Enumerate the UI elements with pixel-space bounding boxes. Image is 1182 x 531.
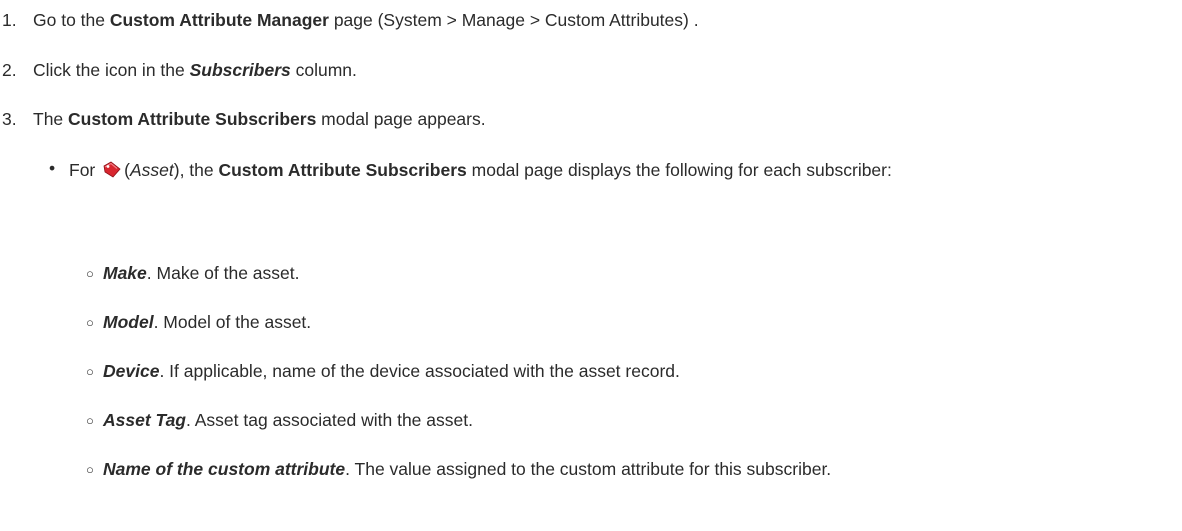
bullet-text-mid: , the bbox=[179, 160, 219, 180]
field-term: Name of the custom attribute bbox=[103, 459, 346, 479]
sub-item-text: Device. If applicable, name of the devic… bbox=[103, 361, 680, 382]
custom-attribute-subscribers-label: Custom Attribute Subscribers bbox=[68, 109, 317, 129]
field-term: Asset Tag bbox=[103, 410, 186, 430]
step-1: 1. Go to the Custom Attribute Manager pa… bbox=[0, 10, 699, 31]
field-description: . Make of the asset. bbox=[146, 263, 300, 283]
field-description: . The value assigned to the custom attri… bbox=[345, 459, 832, 479]
subscribers-column-label: Subscribers bbox=[189, 60, 291, 80]
field-description: . Model of the asset. bbox=[153, 312, 312, 332]
field-term: Device bbox=[103, 361, 160, 381]
custom-attribute-subscribers-label: Custom Attribute Subscribers bbox=[218, 160, 467, 180]
bullet-text: For (Asset), the Custom Attribute Subscr… bbox=[69, 160, 892, 180]
bullet-text-post: modal page displays the following for ea… bbox=[466, 160, 892, 180]
field-description: . Asset tag associated with the asset. bbox=[186, 410, 473, 430]
field-description: . If applicable, name of the device asso… bbox=[159, 361, 680, 381]
step-text-pre: Click the icon in the bbox=[33, 60, 190, 80]
field-term: Model bbox=[103, 312, 154, 332]
custom-attribute-manager-label: Custom Attribute Manager bbox=[109, 10, 329, 30]
step-text-post: page (System > Manage > Custom Attribute… bbox=[328, 10, 699, 30]
sub-item-text: Model. Model of the asset. bbox=[103, 312, 311, 333]
step-text-pre: The bbox=[33, 109, 69, 129]
bullet-text-pre: For bbox=[69, 160, 101, 180]
step-text: Click the icon in the Subscribers column… bbox=[33, 60, 357, 80]
step-number: 1. bbox=[2, 10, 17, 30]
step-2: 2. Click the icon in the Subscribers col… bbox=[0, 60, 357, 81]
sub-bullet-marker: ○ bbox=[86, 266, 94, 281]
sub-item-text: Name of the custom attribute. The value … bbox=[103, 459, 831, 480]
step-number: 3. bbox=[2, 109, 17, 129]
step-text-post: column. bbox=[290, 60, 357, 80]
sub-item-text: Asset Tag. Asset tag associated with the… bbox=[103, 410, 473, 431]
step-3: 3. The Custom Attribute Subscribers moda… bbox=[0, 109, 486, 130]
step-text-pre: Go to the bbox=[33, 10, 110, 30]
sub-bullet-marker: ○ bbox=[86, 364, 94, 379]
step-text: Go to the Custom Attribute Manager page … bbox=[33, 10, 699, 30]
step-number: 2. bbox=[2, 60, 17, 80]
sub-bullet-marker: ○ bbox=[86, 315, 94, 330]
sub-item-text: Make. Make of the asset. bbox=[103, 263, 300, 284]
step-text: The Custom Attribute Subscribers modal p… bbox=[33, 109, 486, 129]
asset-label: Asset bbox=[129, 160, 174, 180]
bullet-marker: • bbox=[49, 158, 56, 178]
step-text-post: modal page appears. bbox=[316, 109, 486, 129]
field-term: Make bbox=[103, 263, 147, 283]
sub-bullet-marker: ○ bbox=[86, 462, 94, 477]
asset-tag-icon bbox=[102, 161, 122, 179]
sub-bullet-marker: ○ bbox=[86, 413, 94, 428]
